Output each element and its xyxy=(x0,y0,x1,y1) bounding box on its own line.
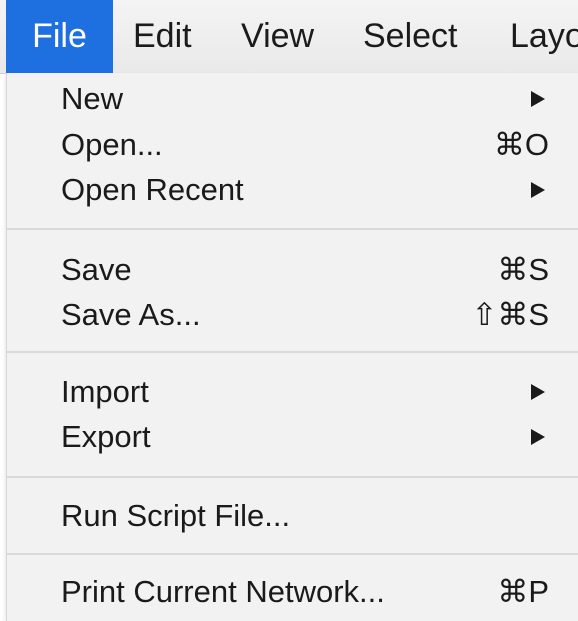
menu-item-save[interactable]: Save ⌘S xyxy=(7,248,578,292)
menu-item-label: Import xyxy=(61,374,149,409)
menu-item-import[interactable]: Import xyxy=(7,370,578,414)
menu-layout[interactable]: Layo xyxy=(510,0,578,73)
menu-item-label: Run Script File... xyxy=(61,498,291,533)
menu-item-new[interactable]: New xyxy=(7,77,578,121)
menu-item-open[interactable]: Open... ⌘O xyxy=(7,123,578,167)
menu-item-shortcut: ⇧⌘S xyxy=(471,297,549,332)
menu-item-open-recent[interactable]: Open Recent xyxy=(7,168,578,212)
menu-edit[interactable]: Edit xyxy=(133,0,192,73)
menu-item-label: Save As... xyxy=(61,297,201,332)
menu-item-label: New xyxy=(61,81,124,116)
menu-item-run-script-file[interactable]: Run Script File... xyxy=(7,494,578,538)
menu-file[interactable]: File xyxy=(6,0,113,73)
menu-item-shortcut: ⌘S xyxy=(497,252,549,287)
menu-separator xyxy=(7,476,578,478)
menu-item-shortcut: ⌘P xyxy=(497,574,549,609)
menu-item-label: Print Current Network... xyxy=(61,574,385,609)
menu-separator xyxy=(7,553,578,555)
file-menu-dropdown: New Open... ⌘O Open Recent Save ⌘S Save … xyxy=(6,73,578,621)
menu-separator xyxy=(7,228,578,230)
menu-item-label: Open Recent xyxy=(61,172,244,207)
triangle-right-icon xyxy=(531,429,545,445)
menu-select[interactable]: Select xyxy=(363,0,458,73)
triangle-right-icon xyxy=(531,182,545,198)
menu-item-save-as[interactable]: Save As... ⇧⌘S xyxy=(7,293,578,337)
menu-bar: File Edit View Select Layo xyxy=(0,0,578,74)
menu-item-label: Export xyxy=(61,419,151,454)
menu-separator xyxy=(7,351,578,353)
menu-item-export[interactable]: Export xyxy=(7,415,578,459)
menu-item-shortcut: ⌘O xyxy=(493,127,549,162)
menu-view[interactable]: View xyxy=(241,0,314,73)
menu-item-label: Open... xyxy=(61,127,163,162)
menu-item-print-current-network[interactable]: Print Current Network... ⌘P xyxy=(7,570,578,614)
menu-item-label: Save xyxy=(61,252,132,287)
triangle-right-icon xyxy=(531,91,545,107)
triangle-right-icon xyxy=(531,384,545,400)
